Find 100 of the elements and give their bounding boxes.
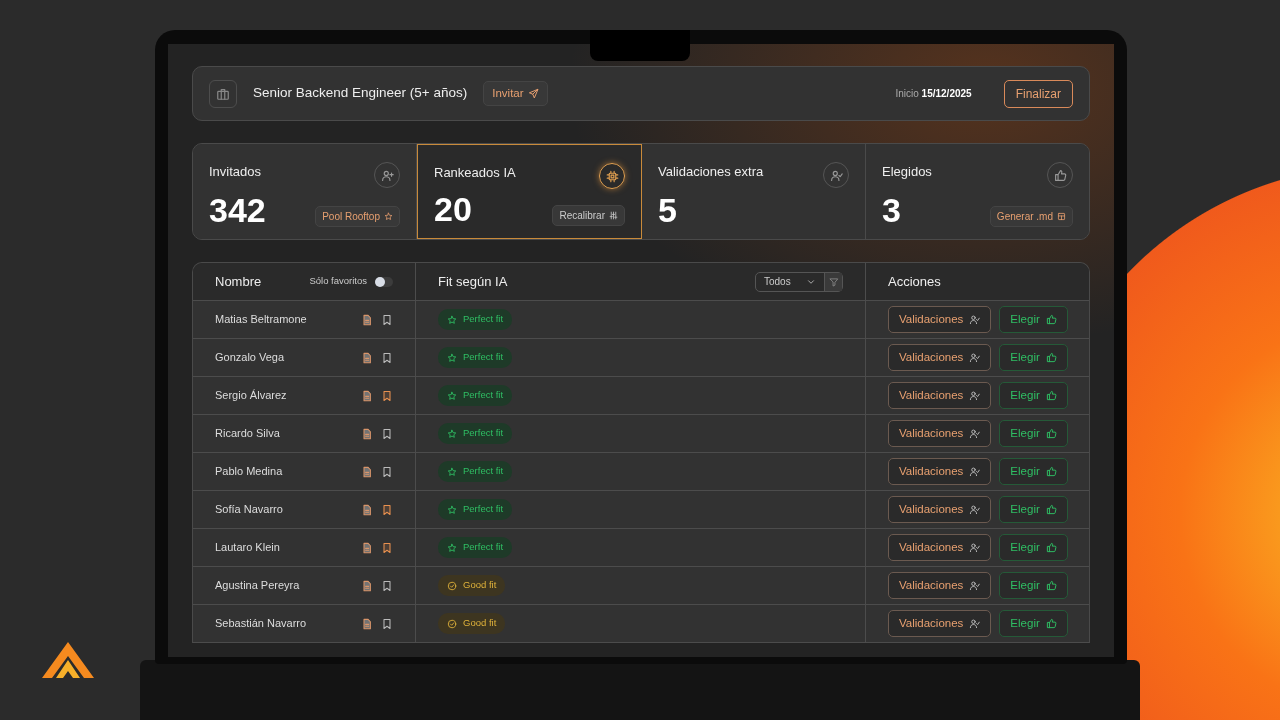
- filter-icon: [828, 276, 839, 287]
- thumbs-up-icon: [1045, 390, 1057, 401]
- candidate-name: Gonzalo Vega: [215, 350, 285, 366]
- choose-button[interactable]: Elegir: [999, 457, 1068, 486]
- logo-icon: [42, 642, 94, 678]
- candidate-name: Sofía Navarro: [215, 502, 283, 518]
- star-icon: [447, 314, 457, 325]
- fit-badge: Perfect fit: [438, 461, 513, 482]
- briefcase-icon: [209, 79, 237, 108]
- bookmark-icon[interactable]: [381, 503, 393, 516]
- document-icon: [361, 465, 373, 478]
- fit-badge: Perfect fit: [438, 537, 513, 558]
- user-check-icon: [969, 618, 981, 629]
- toggle-label: Sólo favoritos: [309, 274, 367, 289]
- fit-badge: Good fit: [438, 575, 506, 596]
- choose-button[interactable]: Elegir: [999, 571, 1068, 600]
- choose-button[interactable]: Elegir: [999, 343, 1068, 372]
- validations-button[interactable]: Validaciones: [888, 609, 992, 638]
- job-title: Senior Backend Engineer (5+ años): [253, 84, 468, 103]
- user-check-icon: [969, 580, 981, 591]
- document-icon: [361, 541, 373, 554]
- bookmark-icon[interactable]: [381, 541, 393, 554]
- check-circle-icon: [447, 618, 457, 629]
- document-icon: [361, 503, 373, 516]
- candidate-name: Pablo Medina: [215, 464, 283, 480]
- fit-badge: Perfect fit: [438, 499, 513, 520]
- stat-label: Rankeados IA: [434, 164, 516, 182]
- thumbs-up-icon: [1045, 618, 1057, 629]
- thumbs-up-icon: [1045, 504, 1057, 515]
- document-icon: [361, 617, 373, 630]
- validations-button[interactable]: Validaciones: [888, 495, 992, 524]
- stat-action-button[interactable]: Recalibrar: [552, 205, 625, 226]
- document-icon: [361, 427, 373, 440]
- column-header: Fit según IA: [438, 272, 508, 291]
- invite-button[interactable]: Invitar: [483, 80, 548, 107]
- fit-badge: Perfect fit: [438, 423, 513, 444]
- bookmark-icon[interactable]: [381, 427, 393, 440]
- document-icon: [361, 313, 373, 326]
- start-date: Inicio 15/12/2025: [895, 87, 972, 101]
- send-icon: [527, 88, 539, 99]
- table-icon: [1057, 212, 1066, 221]
- validations-button[interactable]: Validaciones: [888, 533, 992, 562]
- document-icon: [361, 351, 373, 364]
- choose-button[interactable]: Elegir: [999, 533, 1068, 562]
- star-icon: [447, 542, 457, 553]
- stat-action-button[interactable]: Pool Rooftop: [315, 206, 400, 227]
- stat-label: Elegidos: [882, 163, 932, 181]
- choose-button[interactable]: Elegir: [999, 609, 1068, 638]
- validations-button[interactable]: Validaciones: [888, 343, 992, 372]
- star-icon: [447, 504, 457, 515]
- fit-badge: Perfect fit: [438, 385, 513, 406]
- bookmark-icon[interactable]: [381, 465, 393, 478]
- validations-button[interactable]: Validaciones: [888, 457, 992, 486]
- star-icon: [384, 212, 393, 221]
- candidate-name: Lautaro Klein: [215, 540, 280, 556]
- stat-label: Invitados: [209, 163, 262, 181]
- star-icon: [447, 428, 457, 439]
- user-check-icon: [969, 504, 981, 515]
- candidate-name: Sebastián Navarro: [215, 616, 307, 632]
- favorites-toggle[interactable]: [375, 276, 393, 287]
- choose-button[interactable]: Elegir: [999, 305, 1068, 334]
- check-circle-icon: [447, 580, 457, 591]
- finish-button[interactable]: Finalizar: [1003, 79, 1073, 108]
- choose-button[interactable]: Elegir: [999, 495, 1068, 524]
- sliders-icon: [609, 211, 618, 220]
- stat-action-button[interactable]: Generar .md: [989, 206, 1073, 227]
- stat-value: 5: [658, 193, 677, 227]
- user-check-icon: [969, 314, 981, 325]
- validations-button[interactable]: Validaciones: [888, 571, 992, 600]
- choose-button[interactable]: Elegir: [999, 381, 1068, 410]
- bookmark-icon[interactable]: [381, 579, 393, 592]
- fit-badge: Perfect fit: [438, 309, 513, 330]
- document-icon: [361, 579, 373, 592]
- thumbs-up-icon: [1045, 314, 1057, 325]
- candidate-name: Sergio Álvarez: [215, 388, 287, 404]
- document-icon: [361, 389, 373, 402]
- thumbs-up-icon: [1045, 580, 1057, 591]
- validations-button[interactable]: Validaciones: [888, 419, 992, 448]
- user-check-icon: [969, 466, 981, 477]
- stat-label: Validaciones extra: [658, 163, 764, 181]
- user-check-icon: [969, 390, 981, 401]
- thumbs-up-icon: [1045, 428, 1057, 439]
- fit-badge: Perfect fit: [438, 347, 513, 368]
- thumbs-up-icon: [1045, 352, 1057, 363]
- bookmark-icon[interactable]: [381, 617, 393, 630]
- fit-badge: Good fit: [438, 613, 506, 634]
- bookmark-icon[interactable]: [381, 313, 393, 326]
- thumbs-up-icon: [1045, 466, 1057, 477]
- validations-button[interactable]: Validaciones: [888, 381, 992, 410]
- stat-value: 342: [209, 193, 266, 227]
- choose-button[interactable]: Elegir: [999, 419, 1068, 448]
- validations-button[interactable]: Validaciones: [888, 305, 992, 334]
- stat-value: 3: [882, 193, 901, 227]
- candidate-name: Agustina Pereyra: [215, 578, 300, 594]
- bookmark-icon[interactable]: [381, 389, 393, 402]
- user-check-icon: [969, 542, 981, 553]
- bookmark-icon[interactable]: [381, 351, 393, 364]
- user-check-icon: [969, 352, 981, 363]
- user-check-icon: [969, 428, 981, 439]
- column-header: Acciones: [888, 272, 941, 291]
